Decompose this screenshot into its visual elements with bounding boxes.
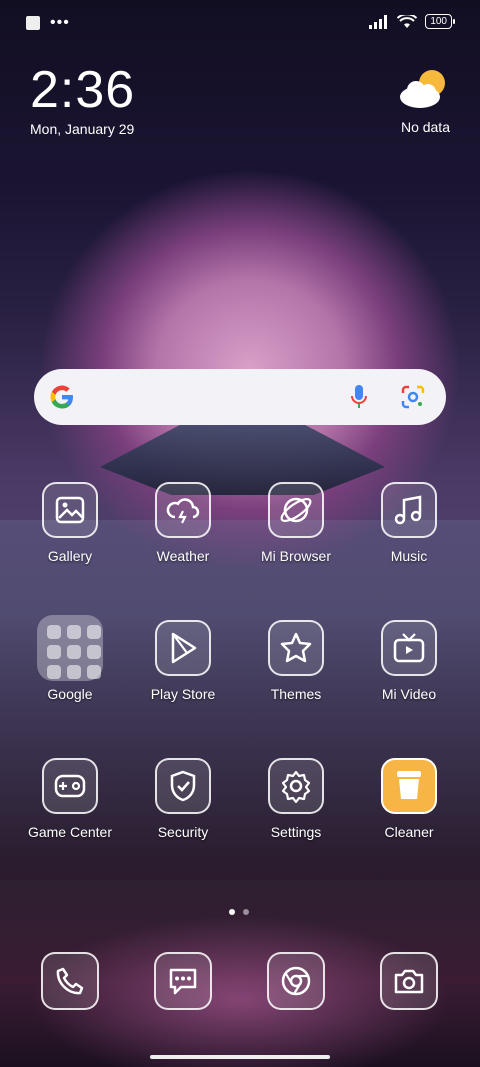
page-dot-active: [229, 909, 235, 915]
mic-icon[interactable]: [350, 384, 368, 410]
app-settings[interactable]: Settings: [241, 758, 351, 840]
google-search-bar[interactable]: [34, 369, 446, 425]
chrome-icon: [267, 952, 325, 1010]
messages-icon: [154, 952, 212, 1010]
app-themes[interactable]: Themes: [241, 620, 351, 702]
google-logo-icon[interactable]: [48, 383, 76, 411]
gamepad-icon: [42, 758, 98, 814]
page-indicator: [229, 909, 249, 915]
app-cleaner[interactable]: Cleaner: [354, 758, 464, 840]
phone-icon: [41, 952, 99, 1010]
app-label: Settings: [270, 824, 322, 840]
cleaner-icon: [381, 758, 437, 814]
weather-widget[interactable]: No data: [398, 68, 450, 135]
app-gallery[interactable]: Gallery: [15, 482, 125, 564]
video-icon: [381, 620, 437, 676]
app-label: Play Store: [150, 686, 216, 702]
app-label: Google: [47, 686, 93, 702]
themes-icon: [268, 620, 324, 676]
app-label: Themes: [270, 686, 322, 702]
app-weather[interactable]: Weather: [128, 482, 238, 564]
clock-time[interactable]: 2:36: [30, 62, 135, 118]
app-mi-browser[interactable]: Mi Browser: [241, 482, 351, 564]
gesture-navigation-bar[interactable]: [150, 1055, 330, 1059]
app-label: Mi Video: [381, 686, 437, 702]
music-icon: [381, 482, 437, 538]
app-play-store[interactable]: Play Store: [128, 620, 238, 702]
gear-icon: [268, 758, 324, 814]
app-mi-video[interactable]: Mi Video: [354, 620, 464, 702]
weather-icon: [155, 482, 211, 538]
gallery-icon: [42, 482, 98, 538]
app-label: Music: [390, 548, 428, 564]
more-notifications-icon: •••: [50, 14, 70, 31]
app-label: Gallery: [47, 548, 93, 564]
status-bar: ••• 100: [0, 12, 480, 36]
notification-icon: [26, 16, 40, 30]
google-folder-icon: [37, 615, 103, 681]
lens-icon[interactable]: [400, 384, 426, 410]
app-google-folder[interactable]: Google: [15, 615, 125, 702]
app-game-center[interactable]: Game Center: [15, 758, 125, 840]
dock-messages[interactable]: [128, 952, 238, 1010]
camera-icon: [380, 952, 438, 1010]
battery-indicator: 100: [425, 14, 455, 29]
signal-icon: [369, 14, 388, 29]
dock-phone[interactable]: [15, 952, 125, 1010]
app-label: Weather: [156, 548, 210, 564]
weather-status: No data: [400, 119, 450, 135]
app-label: Cleaner: [384, 824, 434, 840]
play-store-icon: [155, 620, 211, 676]
app-label: Game Center: [27, 824, 113, 840]
app-security[interactable]: Security: [128, 758, 238, 840]
dock-chrome[interactable]: [241, 952, 351, 1010]
clock-date[interactable]: Mon, January 29: [30, 121, 134, 137]
dock-camera[interactable]: [354, 952, 464, 1010]
page-dot: [243, 909, 249, 915]
wifi-icon: [397, 14, 418, 28]
browser-icon: [268, 482, 324, 538]
app-label: Security: [157, 824, 209, 840]
partly-cloudy-icon: [400, 70, 445, 108]
shield-icon: [155, 758, 211, 814]
app-label: Mi Browser: [260, 548, 331, 564]
app-music[interactable]: Music: [354, 482, 464, 564]
